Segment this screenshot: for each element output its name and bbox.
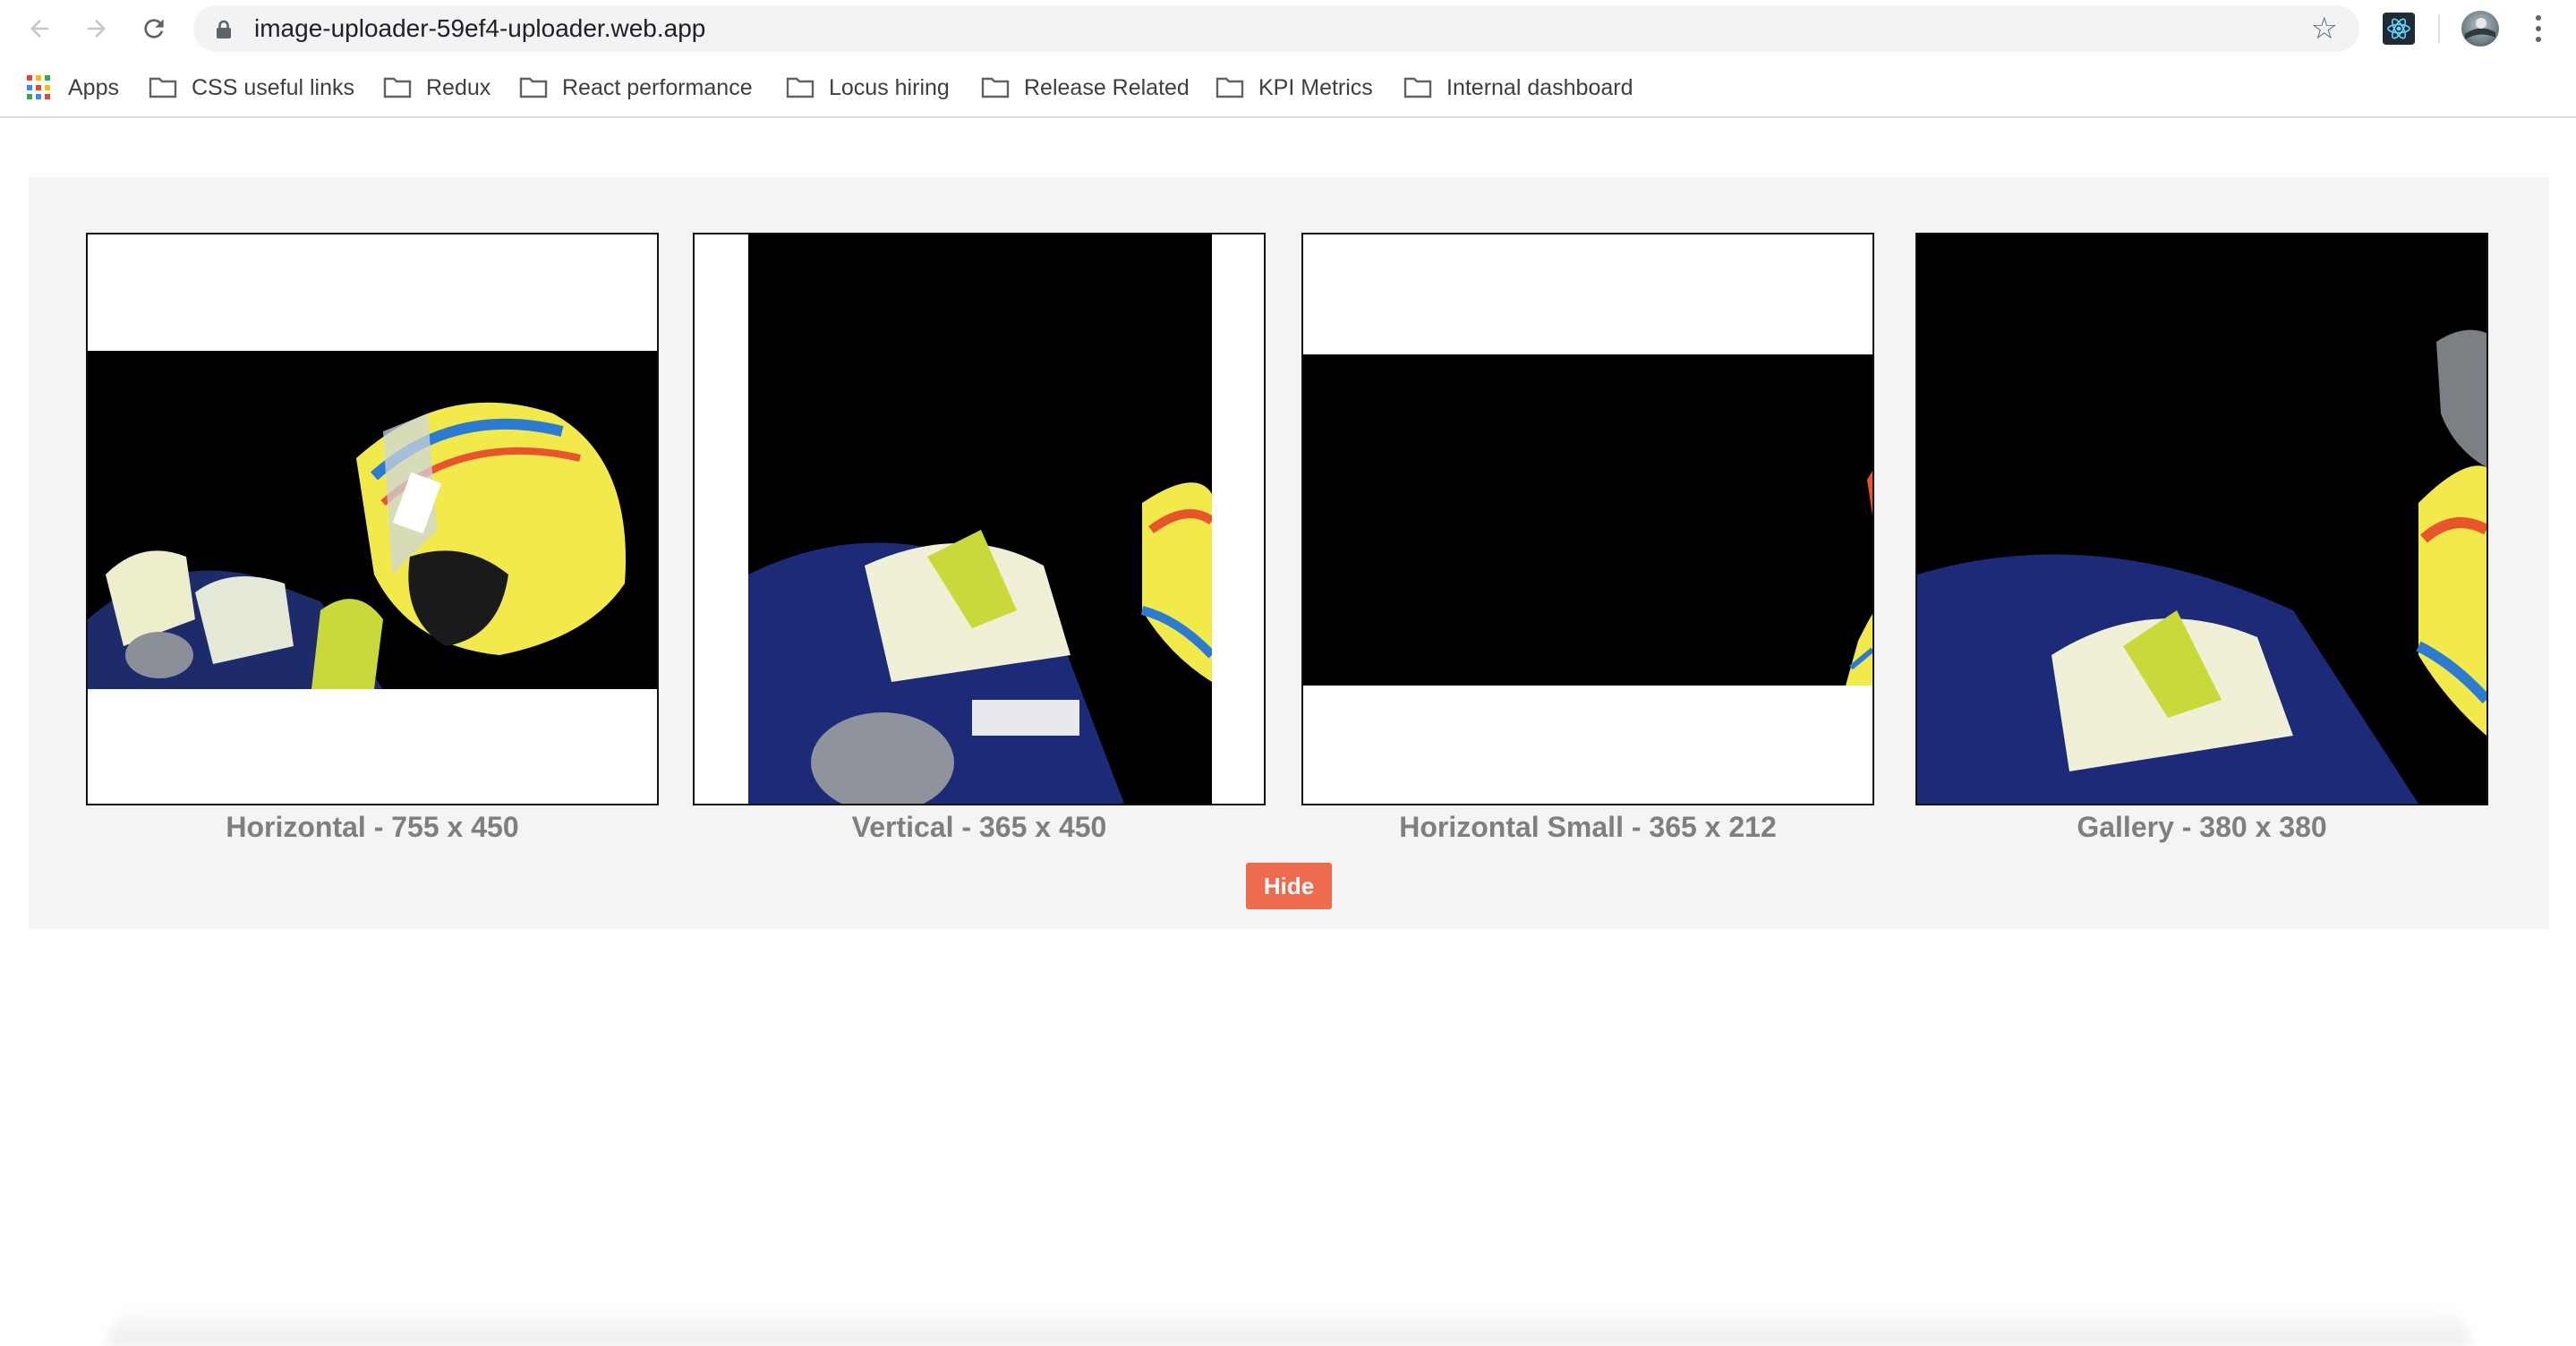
bookmarks-bar: Apps CSS useful links Redux React perfor… — [0, 57, 2576, 118]
bookmark-folder[interactable]: React performance — [519, 70, 753, 106]
browser-toolbar: image-uploader-59ef4-uploader.web.app ☆ — [0, 0, 2576, 57]
toolbar-divider — [2438, 14, 2440, 43]
preview-card-gallery — [1915, 233, 2488, 805]
reload-icon[interactable] — [136, 11, 172, 47]
bookmark-label: CSS useful links — [192, 74, 355, 100]
bookmark-folder[interactable]: Redux — [383, 70, 490, 106]
folder-icon — [1403, 77, 1432, 98]
address-bar[interactable]: image-uploader-59ef4-uploader.web.app ☆ — [193, 5, 2359, 52]
motogp-rider-image — [748, 234, 1212, 804]
url-text: image-uploader-59ef4-uploader.web.app — [254, 14, 706, 42]
forward-arrow-icon[interactable] — [79, 11, 115, 47]
bookmark-folder[interactable]: KPI Metrics — [1215, 70, 1373, 106]
folder-icon — [383, 77, 412, 98]
bookmark-label: Internal dashboard — [1446, 74, 1633, 100]
apps-grid-icon — [27, 75, 52, 100]
bookmark-folder[interactable]: CSS useful links — [149, 70, 354, 106]
bookmark-folder[interactable]: Locus hiring — [786, 70, 950, 106]
preview-panel: Horizontal - 755 x 450 Vertical - 365 x … — [29, 177, 2549, 929]
hide-button[interactable]: Hide — [1246, 863, 1332, 909]
bottom-shadow — [107, 1305, 2470, 1346]
preview-caption: Vertical - 365 x 450 — [851, 811, 1107, 843]
folder-icon — [786, 77, 815, 98]
preview-caption: Horizontal - 755 x 450 — [226, 811, 519, 843]
lock-icon — [217, 20, 231, 38]
react-devtools-icon[interactable] — [2383, 13, 2415, 45]
bookmark-label: Release Related — [1024, 74, 1190, 100]
back-arrow-icon[interactable] — [21, 11, 57, 47]
bookmark-label: Locus hiring — [829, 74, 950, 100]
bookmark-label: React performance — [562, 74, 753, 100]
folder-icon — [149, 77, 177, 98]
motogp-rider-image — [1917, 234, 2486, 804]
profile-avatar[interactable] — [2461, 11, 2499, 47]
preview-card-horizontal-small — [1301, 233, 1874, 805]
folder-icon — [1215, 77, 1244, 98]
preview-caption: Gallery - 380 x 380 — [2077, 811, 2327, 843]
preview-card-horizontal — [86, 233, 659, 805]
menu-dots-icon[interactable] — [2529, 13, 2547, 45]
motogp-rider-image — [1303, 354, 1872, 686]
preview-card-vertical — [693, 233, 1266, 805]
motogp-rider-image — [88, 351, 657, 689]
folder-icon — [981, 77, 1010, 98]
bookmark-folder[interactable]: Release Related — [981, 70, 1190, 106]
preview-caption: Horizontal Small - 365 x 212 — [1399, 811, 1777, 843]
bookmark-apps[interactable]: Apps — [27, 70, 119, 106]
bookmark-star-icon[interactable]: ☆ — [2311, 13, 2338, 45]
bookmark-folder[interactable]: Internal dashboard — [1403, 70, 1633, 106]
bookmark-label: Apps — [68, 74, 119, 100]
bookmark-label: Redux — [426, 74, 491, 100]
folder-icon — [519, 77, 548, 98]
bookmark-label: KPI Metrics — [1258, 74, 1373, 100]
